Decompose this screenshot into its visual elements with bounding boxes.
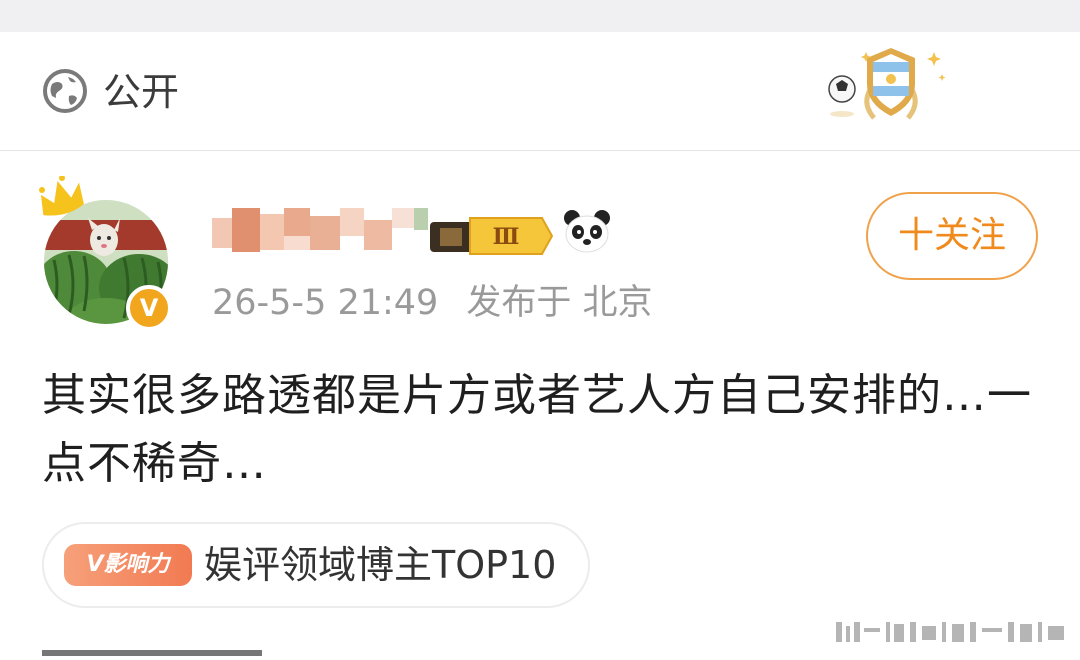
influence-tag: V影响力 xyxy=(64,544,192,586)
argentina-fan-badge-icon xyxy=(828,48,946,120)
follow-button[interactable]: 十关注 xyxy=(866,192,1038,280)
next-section-cutoff xyxy=(42,640,342,660)
globe-icon xyxy=(43,69,87,113)
post-text: 其实很多路透都是片方或者艺人方自己安排的…一点不稀奇… xyxy=(42,370,1032,489)
level-text: Ⅲ xyxy=(493,224,520,250)
honor-badge-pill[interactable]: V影响力 娱评领域博主TOP10 xyxy=(42,522,590,608)
honor-label: 娱评领域博主TOP10 xyxy=(204,543,557,587)
post-meta: 26-5-5 21:49 发布于 北京 xyxy=(212,278,680,328)
panda-icon xyxy=(564,210,610,253)
verified-badge: V xyxy=(126,285,172,331)
crown-icon xyxy=(39,176,84,216)
level-badge-icon: Ⅲ xyxy=(430,217,554,255)
post-location: 发布于 北京 xyxy=(466,283,653,323)
watermark-icon xyxy=(836,622,1064,642)
top-bar xyxy=(0,0,1080,33)
visibility-label[interactable]: 公开 xyxy=(103,66,179,118)
post-time: 26-5-5 21:49 xyxy=(212,283,439,323)
